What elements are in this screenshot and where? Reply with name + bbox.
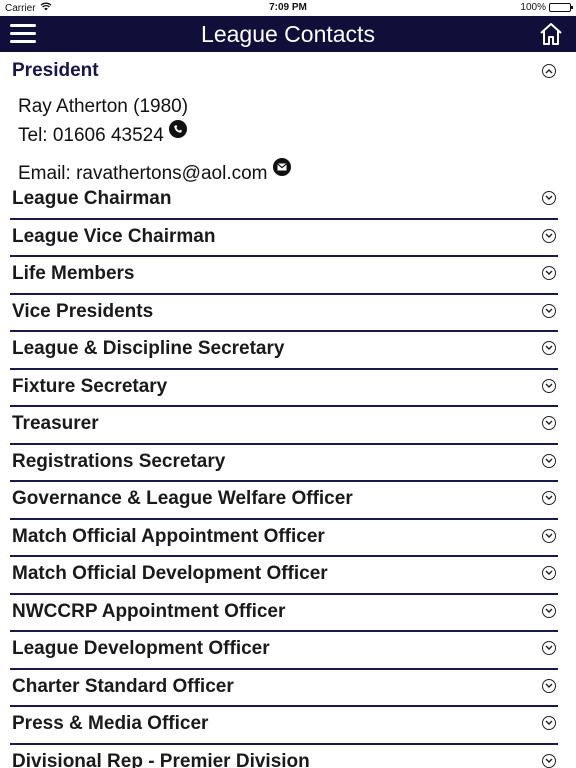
section-row[interactable]: Charter Standard Officer (10, 670, 558, 707)
status-time: 7:09 PM (269, 2, 307, 13)
contact-tel: Tel: 01606 43524 (18, 125, 164, 146)
section-row[interactable]: Press & Media Officer (10, 707, 558, 745)
section-label: Match Official Appointment Officer (12, 525, 325, 547)
contact-name: Ray Atherton (1980) (18, 96, 189, 117)
contact-phone-row: Tel: 01606 43524 (18, 120, 187, 147)
chevron-down-icon[interactable] (542, 303, 556, 318)
section-label: NWCCRP Appointment Officer (12, 600, 286, 622)
chevron-down-icon[interactable] (542, 603, 556, 618)
president-section: President Ray Atherton (1980) Tel: 01606… (0, 52, 576, 184)
chevron-down-icon[interactable] (542, 528, 556, 543)
section-row[interactable]: Fixture Secretary (10, 370, 558, 407)
contact-sections-list: League Chairman League Vice Chairman Lif… (10, 182, 558, 768)
phone-icon[interactable] (168, 120, 187, 138)
battery-icon (549, 3, 573, 12)
section-row[interactable]: League Development Officer (10, 632, 558, 670)
chevron-up-icon[interactable] (542, 64, 556, 78)
section-row[interactable]: Treasurer (10, 407, 558, 445)
section-label: Life Members (12, 263, 135, 284)
chevron-down-icon[interactable] (542, 566, 556, 580)
chevron-down-icon[interactable] (542, 228, 556, 243)
president-section-title[interactable]: President (12, 60, 99, 82)
section-label: Vice Presidents (12, 300, 154, 322)
section-label: Registrations Secretary (12, 450, 226, 472)
section-label: League Chairman (12, 188, 172, 209)
chevron-down-icon[interactable] (542, 716, 556, 730)
chevron-down-icon[interactable] (542, 191, 556, 205)
status-bar: Carrier 7:09 PM 100% (0, 0, 576, 16)
chevron-down-icon[interactable] (542, 491, 556, 505)
section-row[interactable]: NWCCRP Appointment Officer (10, 595, 558, 632)
chevron-down-icon[interactable] (542, 341, 556, 355)
section-label: League & Discipline Secretary (12, 338, 285, 359)
battery-percent: 100% (520, 2, 546, 13)
section-label: Match Official Development Officer (12, 563, 328, 584)
chevron-down-icon[interactable] (542, 416, 556, 430)
section-row[interactable]: Vice Presidents (10, 295, 558, 332)
section-label: League Vice Chairman (12, 225, 216, 247)
section-label: Charter Standard Officer (12, 675, 234, 697)
section-label: Governance & League Welfare Officer (12, 488, 353, 509)
section-row[interactable]: Governance & League Welfare Officer (10, 482, 558, 520)
section-row[interactable]: League & Discipline Secretary (10, 332, 558, 370)
section-label: League Development Officer (12, 638, 270, 659)
chevron-down-icon[interactable] (542, 378, 556, 393)
chevron-down-icon[interactable] (542, 266, 556, 280)
section-row[interactable]: League Vice Chairman (10, 220, 558, 257)
chevron-down-icon[interactable] (542, 678, 556, 693)
section-row[interactable]: League Chairman (10, 182, 558, 220)
section-label: Treasurer (12, 413, 99, 434)
section-row[interactable]: Match Official Development Officer (10, 557, 558, 595)
section-label: Divisional Rep - Premier Division (12, 750, 310, 768)
section-row[interactable]: Registrations Secretary (10, 445, 558, 482)
section-row[interactable]: Divisional Rep - Premier Division (10, 745, 558, 768)
battery-status: 100% (520, 2, 573, 13)
email-icon[interactable] (272, 158, 291, 176)
section-label: Fixture Secretary (12, 375, 168, 397)
chevron-down-icon[interactable] (542, 753, 556, 768)
chevron-down-icon[interactable] (542, 641, 556, 655)
section-label: Press & Media Officer (12, 713, 209, 734)
section-row[interactable]: Match Official Appointment Officer (10, 520, 558, 557)
navigation-bar: League Contacts (0, 16, 576, 52)
home-icon[interactable] (538, 21, 564, 47)
chevron-down-icon[interactable] (542, 453, 556, 468)
section-row[interactable]: Life Members (10, 257, 558, 295)
page-title: League Contacts (201, 21, 375, 47)
